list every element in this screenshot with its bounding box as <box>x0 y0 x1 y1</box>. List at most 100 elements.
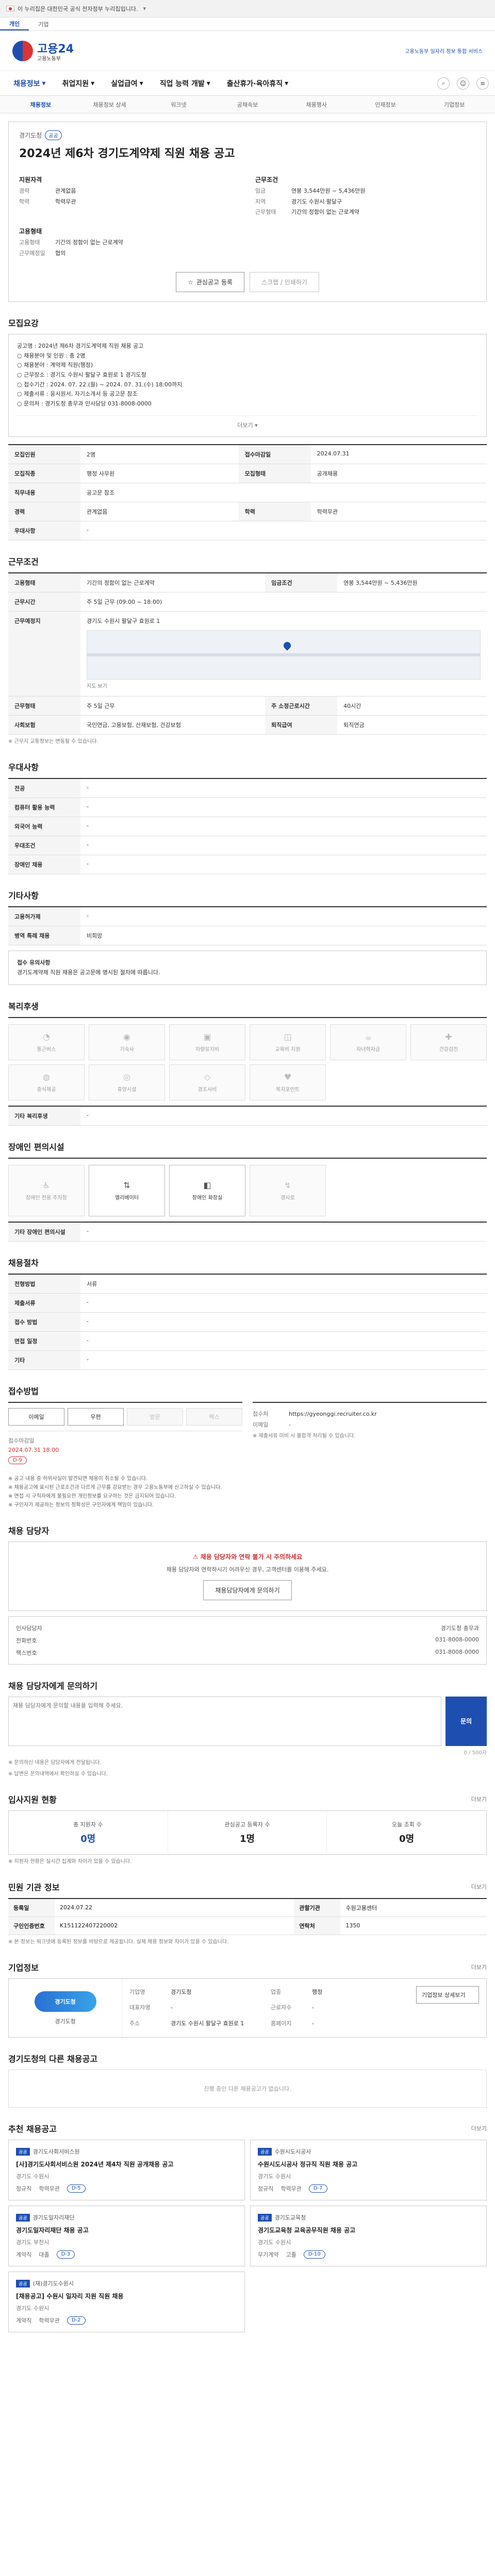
table-row: 등록일 2024.07.22 관할기관 수원고용센터 <box>8 1898 487 1917</box>
company-more-link[interactable]: 더보기 <box>471 1963 487 1971</box>
row-value: 2024.07.22 <box>55 1898 294 1917</box>
table-row: 컴퓨터 활용 능력 - <box>8 798 487 817</box>
search-icon[interactable]: ⌕ <box>437 77 450 90</box>
row-key: 고용형태 <box>8 572 80 592</box>
tab-personal[interactable]: 개인 <box>0 18 29 30</box>
accessibility-item: ♿ 장애인 전용 주차장 <box>8 1165 85 1217</box>
user-icon[interactable]: ☺ <box>457 77 469 90</box>
recommend-card[interactable]: 공공 수원시도시공사 수원시도시공사 정규직 직원 채용 공고 경기도 수원시 정… <box>250 2140 487 2201</box>
row-key: 근무형태 <box>255 209 276 215</box>
sub-nav-item[interactable]: 인재정보 <box>351 100 420 109</box>
row-key: 고용형태 <box>19 239 40 246</box>
recruit-line: ○ 채용분야 및 인원 : 총 2명 <box>17 352 86 359</box>
nav-item-support[interactable]: 취업지원 ▾ <box>55 78 102 89</box>
accessibility-label: 장애인 전용 주차장 <box>26 1195 67 1201</box>
table-row: 기타 장애인 편의시설 - <box>8 1222 487 1242</box>
rec-title: 경기도일자리재단 채용 공고 <box>16 2227 89 2234</box>
nav-item-jobs[interactable]: 채용정보 ▾ <box>6 78 53 89</box>
qna-input[interactable] <box>8 1696 441 1746</box>
recommend-card[interactable]: 공공 경기도사회서비스원 [사]경기도사회서비스원 2024년 제4차 직원 공개… <box>8 2140 245 2201</box>
summary-row: 임금 연봉 3,544만원 ~ 5,436만원 <box>255 187 476 196</box>
row-value: 행정 사무원 <box>80 464 239 483</box>
rec-location: 경기도 수원시 <box>16 2173 50 2180</box>
benefit-item: ✚ 건강검진 <box>410 1024 487 1061</box>
main-nav: 채용정보 ▾ 취업지원 ▾ 실업급여 ▾ 직업 능력 개발 ▾ 출산휴가·육아휴직 ▾ ⌕… <box>0 71 495 96</box>
sub-nav-item[interactable]: 채용행사 <box>282 100 351 109</box>
nav-item-training[interactable]: 직업 능력 개발 ▾ <box>153 78 218 89</box>
rec-meta: 무기계약 고졸 D-10 <box>258 2250 479 2259</box>
menu-icon[interactable]: ≡ <box>476 77 489 90</box>
site-logo[interactable]: 고용24 고용노동부 <box>12 40 74 62</box>
institution-name[interactable]: 경기도청 <box>19 131 42 140</box>
recommend-card[interactable]: 공공 경기도교육청 경기도교육청 교육공무직원 채용 공고 경기도 수원시 무기계… <box>250 2206 487 2267</box>
apply-post-button[interactable]: 우편 <box>68 1408 124 1426</box>
nav-item-benefit[interactable]: 실업급여 ▾ <box>104 78 151 89</box>
warning-line: ※ 채용공고에 표시된 근로조건과 다르게 근무를 강요받는 경우 고용노동부에… <box>8 1485 222 1491</box>
row-value: 서류 <box>80 1274 487 1294</box>
apply-grid: 이메일 우편 방문 팩스 접수마감일 2024.07.31 18:00 D-9 … <box>8 1402 487 1469</box>
recommend-card[interactable]: 공공 경기도일자리재단 경기도일자리재단 채용 공고 경기도 부천시 계약직 대졸 D… <box>8 2206 245 2267</box>
nav-label: 채용정보 <box>13 79 40 88</box>
apply-note: ※ 제출서류 미비 시 불합격 처리될 수 있습니다. <box>253 1433 356 1439</box>
company-detail-button[interactable]: 기업정보 상세보기 <box>416 1986 479 2004</box>
nav-label: 취업지원 <box>62 79 89 88</box>
row-key: 경력 <box>8 502 80 521</box>
row-value: - <box>80 1222 487 1242</box>
row-key: 전화번호 <box>16 1637 37 1644</box>
row-value: - <box>171 2004 173 2011</box>
benefit-label: 차량유지비 <box>195 1047 219 1053</box>
sub-nav-item[interactable]: 채용정보 상세 <box>75 100 144 109</box>
section-title-text: 모집요강 <box>8 318 39 328</box>
sub-nav-item[interactable]: 공채속보 <box>213 100 282 109</box>
rec-badge: 공공 <box>258 2147 272 2156</box>
sub-nav-item[interactable]: 채용정보 <box>6 100 75 109</box>
row-value: - <box>80 521 487 540</box>
table-row: 근무시간 주 5일 근무 (09:00 ~ 18:00) <box>8 592 487 612</box>
deadline-badge-row: D-9 <box>8 1456 242 1465</box>
map-link[interactable]: 지도 보기 <box>87 683 481 691</box>
benefit-label: 통근버스 <box>37 1047 56 1053</box>
qna-send-button[interactable]: 문의 <box>446 1696 487 1746</box>
recommend-more-link[interactable]: 더보기 <box>471 2124 487 2132</box>
elevator-icon: ⇅ <box>123 1180 130 1191</box>
row-key: 직무내용 <box>8 483 80 502</box>
nav-label: 실업급여 <box>111 79 138 88</box>
benefit-label: 경조사비 <box>197 1087 217 1093</box>
company-row: 대표자명 - <box>129 2004 260 2012</box>
stat-item: 총 지원자 수 0명 <box>9 1810 168 1854</box>
bookmark-button[interactable]: ☆ 관심공고 등록 <box>176 272 244 292</box>
contact-inquiry-button[interactable]: 채용담당자에게 문의하기 <box>203 1580 292 1600</box>
nav-item-leave[interactable]: 출산휴가·육아휴직 ▾ <box>220 78 295 89</box>
similar-empty: 진행 중인 다른 채용공고가 없습니다. <box>8 2070 487 2108</box>
table-row: 모집직종 행정 사무원 모집형태 공개채용 <box>8 464 487 483</box>
row-value: 학력무관 <box>310 502 487 521</box>
info-more-link[interactable]: 더보기 <box>471 1883 487 1891</box>
sub-nav-item[interactable]: 기업정보 <box>420 100 489 109</box>
expand-button[interactable]: 더보기 ▾ <box>17 415 478 429</box>
apply-site-link[interactable]: https://gyeonggi.recruiter.co.kr <box>289 1410 377 1419</box>
row-value: 관계없음 <box>80 502 239 521</box>
rec-location: 경기도 부천시 <box>16 2239 50 2246</box>
sub-nav-item[interactable]: 워크넷 <box>144 100 213 109</box>
row-value: 2024.07.31 <box>310 444 487 464</box>
warning-line: ※ 면접 시 구직자에게 불필요한 개인정보를 요구하는 것은 금지되어 있습니… <box>8 1494 176 1500</box>
apply-visit-button[interactable]: 방문 <box>127 1408 183 1426</box>
scrap-print-button[interactable]: 스크랩 / 인쇄하기 <box>249 272 319 292</box>
chevron-down-icon[interactable]: ▾ <box>143 5 146 12</box>
row-key: 접수마감일 <box>238 444 311 464</box>
row-key: 접수처 <box>253 1411 269 1418</box>
summary-grid: 지원자격 경력 관계없음 학력 학력무관 고용형태 고용형태 기간의 정함이 없는 근… <box>19 170 476 260</box>
row-key: 퇴직급여 <box>265 715 338 735</box>
row-key: 경력 <box>19 188 30 194</box>
apply-email-button[interactable]: 이메일 <box>8 1408 64 1426</box>
recommend-card[interactable]: 공공 (재)경기도수원시 [채용공고] 수원시 일자리 지원 직원 채용 경기도 … <box>8 2272 245 2333</box>
accessibility-label: 장애인 화장실 <box>192 1195 223 1201</box>
row-key: 근무예정일 <box>19 249 45 257</box>
stats-more-link[interactable]: 더보기 <box>471 1795 487 1803</box>
location-map[interactable] <box>87 630 481 680</box>
tab-company[interactable]: 기업 <box>29 18 58 30</box>
apply-fax-button[interactable]: 팩스 <box>186 1408 242 1426</box>
benefit-label: 중식제공 <box>37 1087 56 1093</box>
row-value: - <box>80 906 487 926</box>
warning-line: ※ 공고 내용 중 허위사실이 발견되면 채용이 취소될 수 있습니다. <box>8 1476 148 1482</box>
